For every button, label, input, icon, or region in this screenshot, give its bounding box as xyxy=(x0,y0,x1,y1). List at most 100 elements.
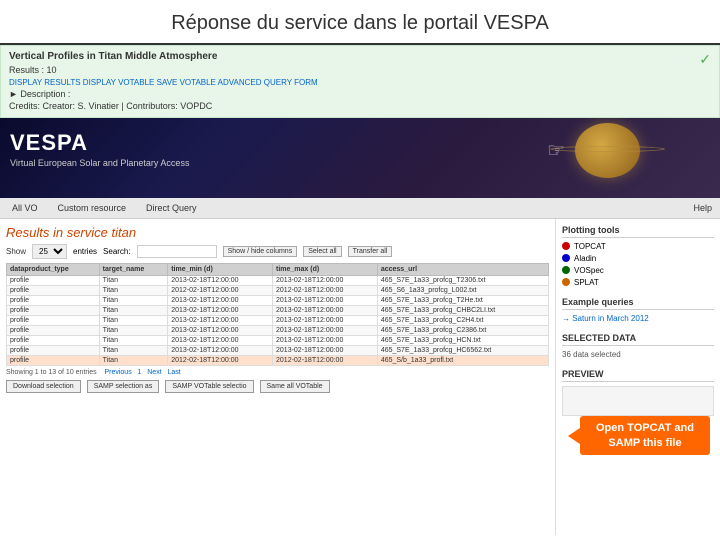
selected-data-title: SELECTED DATA xyxy=(562,333,714,346)
table-showing: Showing 1 to 13 of 10 entries xyxy=(6,369,97,376)
vospec-dot xyxy=(562,266,570,274)
info-bar-credits: Credits: Creator: S. Vinatier | Contribu… xyxy=(9,100,711,113)
nav-custom-resource[interactable]: Custom resource xyxy=(54,201,131,215)
cell-target: Titan xyxy=(99,305,168,315)
example-queries-section: Example queries → Saturn in March 2012 xyxy=(562,297,714,323)
topcat-label: TOPCAT xyxy=(574,242,606,251)
vespa-subtitle: Virtual European Solar and Planetary Acc… xyxy=(10,158,189,168)
table-row[interactable]: profile Titan 2012-02-18T12:00:00 2012-0… xyxy=(7,355,549,365)
results-label: Results in service xyxy=(6,225,111,240)
cell-type: profile xyxy=(7,305,100,315)
topcat-dot xyxy=(562,242,570,250)
cell-url[interactable]: 465_S7E_1a33_profcg_T2He.txt xyxy=(377,295,548,305)
vospec-label: VOSpec xyxy=(574,266,604,275)
cell-time-min: 2013-02-18T12:00:00 xyxy=(168,295,273,305)
cell-time-min: 2013-02-18T12:00:00 xyxy=(168,275,273,285)
search-input[interactable] xyxy=(137,245,217,258)
cell-time-max: 2013-02-18T12:00:00 xyxy=(273,335,378,345)
vespa-portal-wrapper: ✓ Vertical Profiles in Titan Middle Atmo… xyxy=(0,45,720,535)
example-saturn-link[interactable]: → Saturn in March 2012 xyxy=(562,314,714,323)
callout-arrow xyxy=(568,428,580,444)
table-row[interactable]: profile Titan 2012-02-18T12:00:00 2012-0… xyxy=(7,285,549,295)
info-bar-links[interactable]: DISPLAY RESULTS DISPLAY VOTABLE SAVE VOT… xyxy=(9,77,711,88)
cell-type: profile xyxy=(7,275,100,285)
table-footer: Showing 1 to 13 of 10 entries Previous 1… xyxy=(6,369,549,376)
samp-votable-button[interactable]: SAMP VOTable selectio xyxy=(165,380,253,393)
table-row[interactable]: profile Titan 2013-02-18T12:00:00 2013-0… xyxy=(7,325,549,335)
example-queries-title: Example queries xyxy=(562,297,714,310)
cell-url[interactable]: 465_S7E_1a33_profcg_T2306.txt xyxy=(377,275,548,285)
cell-url[interactable]: 465_S7E_1a33_profcg_HCN.txt xyxy=(377,335,548,345)
col-header-type[interactable]: dataproduct_type xyxy=(7,263,100,275)
col-header-time-min[interactable]: time_min (d) xyxy=(168,263,273,275)
cell-url[interactable]: 465_S7E_1a33_profcg_C2386.txt xyxy=(377,325,548,335)
cell-time-min: 2013-02-18T12:00:00 xyxy=(168,305,273,315)
table-row[interactable]: profile Titan 2013-02-18T12:00:00 2013-0… xyxy=(7,275,549,285)
cell-target: Titan xyxy=(99,335,168,345)
table-row[interactable]: profile Titan 2013-02-18T12:00:00 2013-0… xyxy=(7,315,549,325)
tool-topcat[interactable]: TOPCAT xyxy=(562,242,714,251)
samp-button[interactable]: SAMP selection as xyxy=(87,380,160,393)
table-row[interactable]: profile Titan 2013-02-18T12:00:00 2013-0… xyxy=(7,335,549,345)
cell-time-max: 2013-02-18T12:00:00 xyxy=(273,305,378,315)
cell-type: profile xyxy=(7,355,100,365)
select-all-button[interactable]: Select all xyxy=(303,246,341,257)
cursor-icon: ☞ xyxy=(547,138,565,163)
page-title: Réponse du service dans le portail VESPA xyxy=(0,12,720,35)
nav-help[interactable]: Help xyxy=(693,203,712,213)
cell-target: Titan xyxy=(99,275,168,285)
cell-time-max: 2012-02-18T12:00:00 xyxy=(273,285,378,295)
aladin-dot xyxy=(562,254,570,262)
cell-time-min: 2013-02-18T12:00:00 xyxy=(168,335,273,345)
plotting-tools-section: Plotting tools TOPCAT Aladin VOSpec SPLA… xyxy=(562,225,714,287)
plotting-tools-title: Plotting tools xyxy=(562,225,714,238)
tool-splat[interactable]: SPLAT xyxy=(562,278,714,287)
transfer-all-button[interactable]: Transfer all xyxy=(348,246,393,257)
cell-url[interactable]: 465_S/b_1a33_profl.txt xyxy=(377,355,548,365)
cell-url[interactable]: 465_S7E_1a33_profcg_HC6562.txt xyxy=(377,345,548,355)
tool-vospec[interactable]: VOSpec xyxy=(562,266,714,275)
info-bar-description: ► Description : xyxy=(9,88,711,101)
cell-target: Titan xyxy=(99,315,168,325)
cell-target: Titan xyxy=(99,295,168,305)
show-select[interactable]: 251050 xyxy=(32,244,67,259)
cell-target: Titan xyxy=(99,345,168,355)
col-header-url[interactable]: access_url xyxy=(377,263,548,275)
vespa-logo: VESPA xyxy=(10,130,189,156)
splat-dot xyxy=(562,278,570,286)
table-row[interactable]: profile Titan 2013-02-18T12:00:00 2013-0… xyxy=(7,295,549,305)
cell-url[interactable]: 465_S7E_1a33_profcg_CHBC2LI.txt xyxy=(377,305,548,315)
download-selection-button[interactable]: Download selection xyxy=(6,380,81,393)
sidebar: Plotting tools TOPCAT Aladin VOSpec SPLA… xyxy=(555,219,720,535)
cell-url[interactable]: 465_S7E_1a33_profcg_C2H4.txt xyxy=(377,315,548,325)
cell-time-min: 2012-02-18T12:00:00 xyxy=(168,285,273,295)
table-row[interactable]: profile Titan 2013-02-18T12:00:00 2013-0… xyxy=(7,345,549,355)
show-hide-columns-button[interactable]: Show / hide columns xyxy=(223,246,298,257)
cell-type: profile xyxy=(7,295,100,305)
cell-type: profile xyxy=(7,325,100,335)
col-header-target[interactable]: target_name xyxy=(99,263,168,275)
nav-all-vo[interactable]: All VO xyxy=(8,201,42,215)
nav-direct-query[interactable]: Direct Query xyxy=(142,201,201,215)
preview-box xyxy=(562,386,714,416)
vespa-header: VESPA Virtual European Solar and Planeta… xyxy=(0,118,720,198)
planet-ring-graphic xyxy=(550,146,665,152)
table-controls: Show 251050 entries Search: Show / hide … xyxy=(6,244,549,259)
preview-title: PREVIEW xyxy=(562,369,714,382)
page-title-area: Réponse du service dans le portail VESPA xyxy=(0,0,720,45)
cell-time-min: 2012-02-18T12:00:00 xyxy=(168,355,273,365)
table-row[interactable]: profile Titan 2013-02-18T12:00:00 2013-0… xyxy=(7,305,549,315)
info-bar-title: Vertical Profiles in Titan Middle Atmosp… xyxy=(9,50,711,64)
tool-aladin[interactable]: Aladin xyxy=(562,254,714,263)
main-content: Results in service titan Show 251050 ent… xyxy=(0,219,720,535)
cell-time-max: 2013-02-18T12:00:00 xyxy=(273,325,378,335)
cell-target: Titan xyxy=(99,355,168,365)
col-header-time-max[interactable]: time_max (d) xyxy=(273,263,378,275)
results-service: titan xyxy=(111,225,136,240)
table-pagination[interactable]: Previous 1 Next Last xyxy=(104,369,180,376)
cell-type: profile xyxy=(7,335,100,345)
cell-target: Titan xyxy=(99,285,168,295)
cell-time-max: 2013-02-18T12:00:00 xyxy=(273,315,378,325)
cell-url[interactable]: 465_S6_1a33_profcg_L002.txt xyxy=(377,285,548,295)
same-all-button[interactable]: Same all VOTable xyxy=(260,380,330,393)
